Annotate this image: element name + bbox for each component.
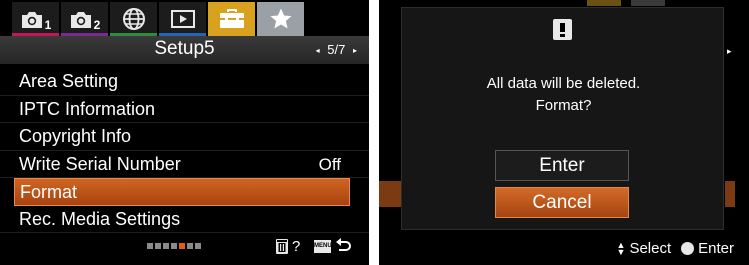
- menu-item-format[interactable]: Format: [14, 178, 350, 206]
- menu-item-label: Copyright Info: [19, 126, 132, 146]
- menu-item-rec-media-settings[interactable]: Rec. Media Settings: [0, 206, 369, 233]
- tab-camera1[interactable]: 1: [12, 2, 59, 36]
- menu-item-copyright-info[interactable]: Copyright Info: [0, 123, 369, 151]
- tab-number: 2: [93, 18, 101, 32]
- tab-my-menu[interactable]: [257, 2, 304, 36]
- exclamation-dot: [560, 34, 565, 37]
- dimmed-selection: [725, 181, 735, 207]
- menu-item-label: IPTC Information: [19, 98, 156, 119]
- camera-icon: [21, 11, 42, 28]
- page-dot-active: [179, 243, 185, 249]
- cancel-button[interactable]: Cancel: [495, 187, 629, 218]
- tab-network[interactable]: [110, 2, 157, 36]
- page-dot: [171, 243, 177, 249]
- enter-button[interactable]: Enter: [495, 150, 629, 181]
- toolbox-icon: [219, 9, 244, 28]
- exclamation-bar: [560, 23, 565, 32]
- page-dots: [147, 243, 201, 249]
- menu-tabs: 1 2: [12, 2, 304, 36]
- menu-item-write-serial-number[interactable]: Write Serial Number Off: [0, 151, 369, 178]
- page-dot: [195, 243, 201, 249]
- menu-footer: ? MENU: [0, 236, 369, 260]
- tab-camera2[interactable]: 2: [61, 2, 108, 36]
- dialog-message-line2: Format?: [535, 97, 592, 114]
- dimmed-tab: [631, 0, 665, 6]
- page-dot: [155, 243, 161, 249]
- control-guide: ▲ ▼ Select Enter: [617, 240, 734, 257]
- guide-enter-label: Enter: [698, 240, 734, 257]
- page-dot: [147, 243, 153, 249]
- dimmed-selection: [379, 181, 401, 207]
- page-indicator: ◂ 5/7 ▸: [316, 42, 357, 57]
- page-dot: [187, 243, 193, 249]
- tab-number: 1: [44, 18, 52, 32]
- page-dot: [163, 243, 169, 249]
- menu-item-label: Write Serial Number: [19, 153, 181, 174]
- menu-item-area-setting[interactable]: Area Setting: [0, 68, 369, 96]
- tab-playback[interactable]: [159, 2, 206, 36]
- menu-item-iptc-information[interactable]: IPTC Information: [0, 96, 369, 123]
- prev-page-icon[interactable]: ◂: [316, 46, 320, 55]
- menu-item-value: Off: [318, 154, 341, 174]
- page-number: 5/7: [327, 42, 346, 57]
- playback-icon: [170, 10, 195, 28]
- dialog-message-line1: All data will be deleted.: [486, 75, 641, 92]
- trash-icon[interactable]: [276, 239, 288, 254]
- star-icon: [270, 8, 291, 29]
- dimmed-tab: [587, 0, 621, 6]
- menu-button-icon[interactable]: MENU: [314, 240, 332, 253]
- menu-item-label: Area Setting: [19, 71, 119, 91]
- help-mark: ?: [292, 238, 301, 255]
- format-dialog: All data will be deleted. Format? Enter …: [401, 7, 724, 230]
- warning-icon: [553, 19, 572, 40]
- page-title: Setup5: [154, 38, 215, 59]
- camera-icon: [70, 11, 91, 28]
- center-button-icon: [681, 242, 695, 255]
- menu-list: Area Setting IPTC Information Copyright …: [0, 68, 369, 233]
- menu-header: Setup5 ◂ 5/7 ▸: [0, 36, 369, 64]
- guide-select-label: Select: [629, 240, 672, 257]
- setup-menu-screen: 1 2 Setup5 ◂ 5/7 ▸ Area Setting IPTC Inf…: [0, 0, 369, 265]
- menu-item-label: Format: [20, 182, 78, 202]
- globe-icon: [122, 8, 145, 30]
- menu-item-label: Rec. Media Settings: [19, 208, 181, 229]
- next-page-icon[interactable]: ▸: [353, 46, 357, 55]
- next-page-icon: ▸: [727, 46, 732, 56]
- tab-setup[interactable]: [208, 2, 255, 36]
- up-down-icon: ▲ ▼: [616, 239, 626, 257]
- back-arrow-icon[interactable]: [335, 237, 352, 254]
- format-confirm-screen: ▸ All data will be deleted. Format? Ente…: [379, 0, 749, 265]
